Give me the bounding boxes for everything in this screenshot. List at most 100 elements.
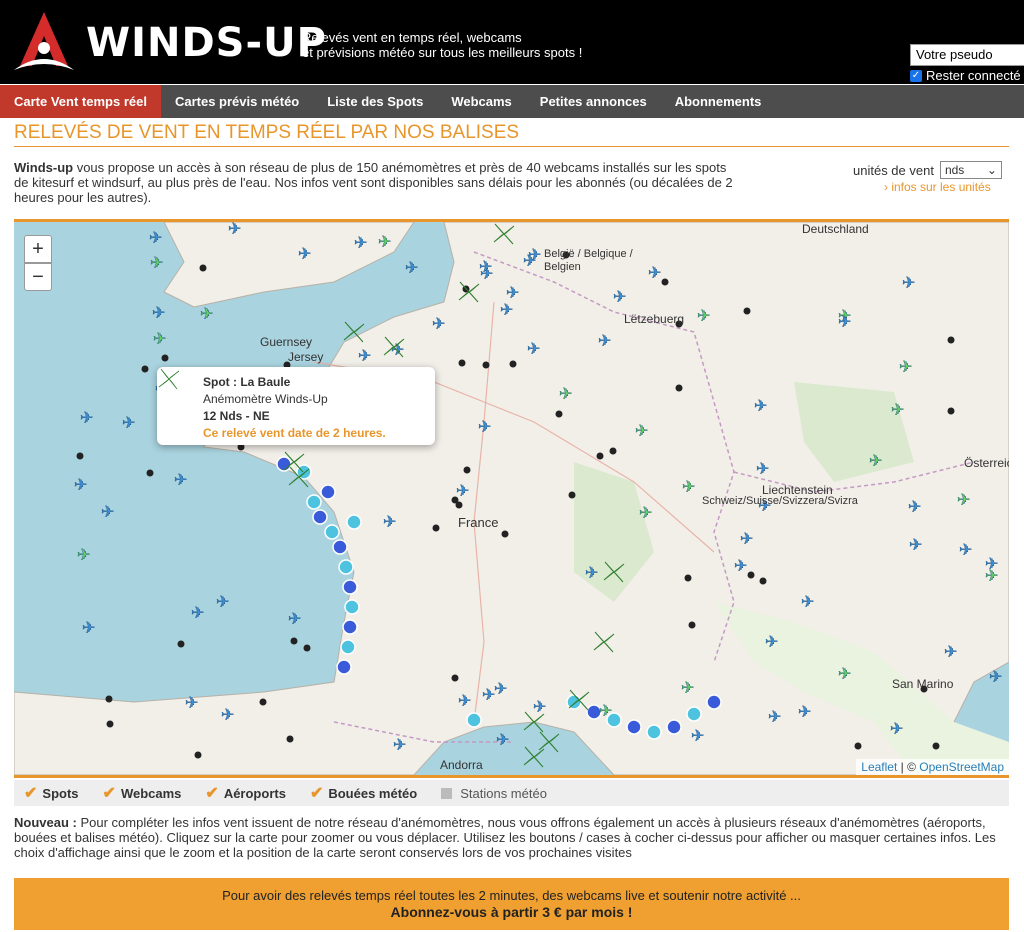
wind-station-marker xyxy=(340,639,356,655)
buoy-marker xyxy=(259,698,267,706)
nav-item-abonnements[interactable]: Abonnements xyxy=(661,85,776,118)
buoy-marker xyxy=(105,695,113,703)
wind-station-marker xyxy=(686,706,702,722)
map-canvas[interactable]: ✈ ✈ ✈ ✈ ✈ ✈ ✈ ✈ ✈ ✈ ✈ ✈ ✈ ✈ ✈ ✈ ✈ ✈ ✈ ✈ ✈ ✈ ✈ ✈ ✈ ✈ ✈ ✈ ✈ ✈ ✈ ✈ ✈ ✈ ✈ ✈ ✈ ✈ ✈ ✈… xyxy=(14,222,1009,775)
checkbox-checked-icon[interactable]: ✓ xyxy=(910,69,922,82)
airport-plane-icon: ✈ xyxy=(298,246,311,263)
leaflet-link[interactable]: Leaflet xyxy=(861,760,897,774)
airport-plane-icon: ✈ xyxy=(754,398,767,415)
nav-item-webcams[interactable]: Webcams xyxy=(437,85,525,118)
nav-item-liste-spots[interactable]: Liste des Spots xyxy=(313,85,437,118)
buoy-marker xyxy=(146,469,154,477)
popup-title: Spot : La Baule xyxy=(203,375,291,389)
legend-spots[interactable]: ✔ Spots xyxy=(24,783,79,803)
buoy-marker xyxy=(675,384,683,392)
airport-plane-icon: ✈ xyxy=(221,707,234,724)
airport-plane-icon: ✈ xyxy=(191,605,204,622)
wind-map[interactable]: ✈ ✈ ✈ ✈ ✈ ✈ ✈ ✈ ✈ ✈ ✈ ✈ ✈ ✈ ✈ ✈ ✈ ✈ ✈ ✈ ✈ ✈ ✈ ✈ ✈ ✈ ✈ ✈ ✈ ✈ ✈ ✈ ✈ ✈ ✈ ✈ ✈ ✈ ✈ ✈… xyxy=(14,222,1009,775)
legend-bouees-label: Bouées météo xyxy=(328,785,418,801)
buoy-marker xyxy=(688,621,696,629)
buoy-marker xyxy=(759,577,767,585)
buoy-marker xyxy=(747,571,755,579)
airport-plane-icon: ✈ xyxy=(354,235,367,252)
news-label: Nouveau : xyxy=(14,815,77,830)
map-label-jersey: Jersey xyxy=(288,350,324,364)
airport-plane-icon: ✈ xyxy=(648,265,661,282)
airport-plane-icon: ✈ xyxy=(613,289,626,306)
units-label: unités de vent xyxy=(853,162,934,178)
airport-plane-icon: ✈ xyxy=(149,230,162,247)
buoy-marker xyxy=(596,452,604,460)
airport-plane-icon: ✈ xyxy=(405,260,418,277)
tagline-line-2: et prévisions météo sur tous les meilleu… xyxy=(302,45,583,60)
buoy-marker xyxy=(76,452,84,460)
nav-item-carte-vent[interactable]: Carte Vent temps réel xyxy=(0,85,161,118)
remember-me-checkbox[interactable]: ✓ Rester connecté xyxy=(910,68,1021,83)
airport-plane-icon: ✈ xyxy=(378,234,391,251)
airport-plane-icon: ✈ xyxy=(740,531,753,548)
airport-plane-icon: ✈ xyxy=(482,687,495,704)
airport-plane-icon: ✈ xyxy=(559,386,572,403)
checkmark-icon: ✔ xyxy=(309,785,324,802)
nav-item-petites-annonces[interactable]: Petites annonces xyxy=(526,85,661,118)
windmill-spot-icon xyxy=(538,731,560,753)
wind-station-marker xyxy=(342,579,358,595)
zoom-out-button[interactable]: − xyxy=(24,263,52,291)
airport-plane-icon: ✈ xyxy=(798,704,811,721)
airport-plane-icon: ✈ xyxy=(358,348,371,365)
brand-name[interactable]: WINDS-UP xyxy=(86,20,327,66)
intro-body: vous propose un accès à son réseau de pl… xyxy=(14,160,733,205)
units-value: nds xyxy=(944,163,965,177)
map-label-guernsey: Guernsey xyxy=(260,335,313,349)
airport-plane-icon: ✈ xyxy=(478,419,491,436)
nav-item-cartes-previs[interactable]: Cartes prévis météo xyxy=(161,85,313,118)
airport-plane-icon: ✈ xyxy=(479,259,492,276)
airport-plane-icon: ✈ xyxy=(228,222,241,238)
map-label-suisse: Schweiz/Suisse/Svizzera/Svizra xyxy=(702,495,858,507)
zoom-in-button[interactable]: + xyxy=(24,235,52,263)
spot-popup[interactable]: Spot : La Baule Anémomètre Winds-Up 12 N… xyxy=(157,367,435,445)
popup-warning: Ce relevé vent date de 2 heures. xyxy=(203,426,386,440)
airport-plane-icon: ✈ xyxy=(383,514,396,531)
site-header: WINDS-UP Relevés vent en temps réel, web… xyxy=(0,0,1024,84)
wind-station-marker xyxy=(338,559,354,575)
wind-station-marker xyxy=(332,539,348,555)
legend-aeroports[interactable]: ✔ Aéroports xyxy=(205,783,286,803)
airport-plane-icon: ✈ xyxy=(899,359,912,376)
pseudo-input[interactable]: Votre pseudo xyxy=(910,44,1024,66)
buoy-marker xyxy=(661,278,669,286)
wind-station-marker xyxy=(306,494,322,510)
wind-station-marker xyxy=(626,719,642,735)
airport-plane-icon: ✈ xyxy=(200,306,213,323)
winds-up-logo[interactable] xyxy=(8,8,80,76)
airport-plane-icon: ✈ xyxy=(101,504,114,521)
news-paragraph: Nouveau : Pour compléter les infos vent … xyxy=(14,815,1009,860)
airport-plane-icon: ✈ xyxy=(506,285,519,302)
airport-plane-icon: ✈ xyxy=(959,542,972,559)
tagline: Relevés vent en temps réel, webcams et p… xyxy=(302,30,582,60)
buoy-marker xyxy=(932,742,940,750)
legend-stations[interactable]: Stations météo xyxy=(441,786,547,801)
map-bottom-border xyxy=(14,775,1009,778)
airport-plane-icon: ✈ xyxy=(635,423,648,440)
airport-plane-icon: ✈ xyxy=(152,305,165,322)
airport-plane-icon: ✈ xyxy=(523,253,536,270)
subscribe-banner[interactable]: Pour avoir des relevés temps réel toutes… xyxy=(14,878,1009,930)
wind-station-marker xyxy=(342,619,358,635)
airport-plane-icon: ✈ xyxy=(891,402,904,419)
units-info-link[interactable]: › infos sur les unités xyxy=(884,180,991,194)
cta-subscribe-link[interactable]: Abonnez-vous à partir 3 € par mois ! xyxy=(14,904,1009,920)
buoy-marker xyxy=(509,360,517,368)
wind-station-marker xyxy=(706,694,722,710)
units-select[interactable]: nds ⌄ xyxy=(939,161,1002,179)
map-label-osterreich: Österreich xyxy=(964,456,1009,470)
buoy-marker xyxy=(947,336,955,344)
airport-plane-icon: ✈ xyxy=(458,693,471,710)
osm-link[interactable]: OpenStreetMap xyxy=(919,760,1004,774)
chevron-down-icon: ⌄ xyxy=(986,163,997,177)
legend-webcams[interactable]: ✔ Webcams xyxy=(103,783,182,803)
map-label-france: France xyxy=(458,515,499,530)
legend-bouees[interactable]: ✔ Bouées météo xyxy=(310,783,417,803)
popup-subtitle: Anémomètre Winds-Up xyxy=(203,392,328,406)
airport-plane-icon: ✈ xyxy=(393,737,406,754)
